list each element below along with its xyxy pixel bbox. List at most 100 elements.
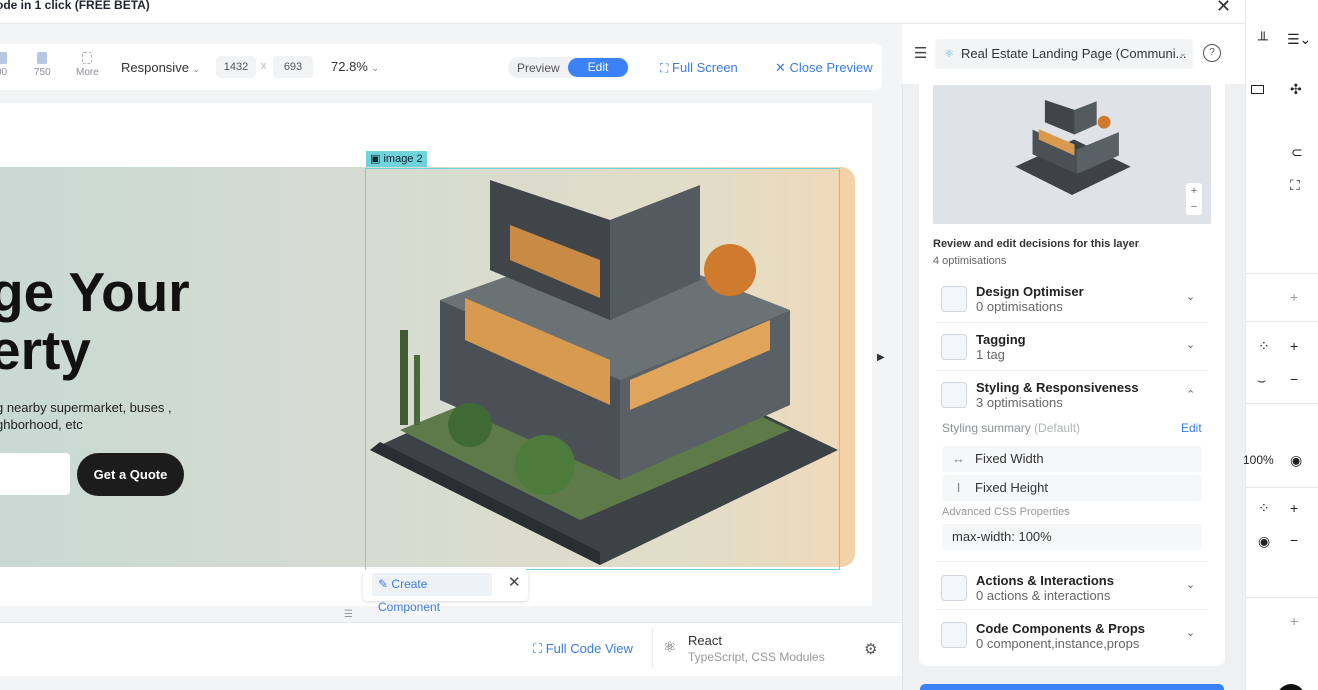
height-input[interactable]: 693 — [273, 56, 313, 78]
styling-icon — [941, 382, 967, 408]
more-icon — [82, 52, 93, 64]
image-icon: ▣ — [370, 153, 381, 165]
close-preview-button[interactable]: ✕ Close Preview — [775, 60, 873, 76]
phone-icon — [37, 52, 48, 64]
window-title: ode in 1 click (FREE BETA) — [0, 0, 150, 12]
project-select[interactable]: ⚛ Real Estate Landing Page (Communi... ⌄ — [935, 39, 1193, 69]
styling-summary-default: (Default) — [1034, 421, 1081, 435]
responsive-dropdown[interactable]: Responsive ⌄ — [121, 60, 200, 75]
full-code-view-button[interactable]: ⛶ Full Code View — [533, 641, 633, 657]
width-input[interactable]: 1432 — [216, 56, 256, 78]
section-subtitle: 1 tag — [976, 347, 1005, 362]
styling-summary-text: Styling summary — [942, 421, 1031, 435]
code-components-icon — [941, 622, 967, 648]
chevron-down-icon[interactable]: ⌄ — [1186, 626, 1195, 639]
help-icon[interactable]: ? — [1203, 44, 1221, 62]
drag-handle-icon[interactable]: ☰ — [344, 609, 353, 620]
get-quote-button[interactable]: Get a Quote — [77, 453, 184, 496]
device-button[interactable]: 00 — [0, 52, 7, 78]
window-title-bar — [0, 0, 1245, 24]
review-title: Review and edit decisions for this layer — [933, 238, 1140, 250]
chevron-down-icon[interactable]: ⌄ — [1186, 578, 1195, 591]
edit-styling-link[interactable]: Edit — [1181, 421, 1202, 435]
plus-icon[interactable]: + — [1290, 500, 1298, 516]
primary-action-button[interactable] — [920, 684, 1224, 690]
grid-dots-icon[interactable]: ⁘ — [1258, 338, 1270, 355]
plus-icon[interactable]: + — [1290, 613, 1298, 629]
grid-dots-icon[interactable]: ⁘ — [1258, 500, 1270, 517]
section-subtitle: 0 optimisations — [976, 299, 1063, 314]
divider — [1245, 273, 1318, 274]
device-label: More — [76, 67, 99, 78]
gear-icon[interactable]: ⚙ — [864, 640, 877, 658]
eye-closed-icon[interactable]: ⌣ — [1257, 372, 1266, 389]
full-code-view-label: Full Code View — [545, 641, 633, 656]
align-icon[interactable]: ☰⌄ — [1287, 31, 1311, 48]
section-title[interactable]: Tagging — [976, 332, 1026, 347]
hero-primary-button[interactable] — [0, 453, 70, 495]
plus-icon[interactable]: + — [1290, 289, 1298, 305]
chevron-down-icon: ⌄ — [1179, 48, 1187, 58]
zoom-controls[interactable]: + − — [1186, 183, 1202, 215]
framework-details: TypeScript, CSS Modules — [688, 650, 825, 664]
create-component-button[interactable]: ✎ Create Component — [372, 573, 492, 614]
width-icon: ↔ — [952, 451, 965, 466]
link-icon[interactable]: ⊂ — [1291, 144, 1303, 161]
chart-icon[interactable]: ╨ — [1258, 31, 1268, 47]
collapse-icon[interactable]: ✣ — [1290, 81, 1302, 98]
section-subtitle: 0 component,instance,props — [976, 636, 1140, 651]
collapse-panel-icon[interactable]: ▶ — [877, 352, 885, 363]
eye-icon[interactable]: ◉ — [1290, 452, 1302, 469]
edit-button[interactable]: Edit — [568, 58, 628, 77]
divider — [1245, 597, 1318, 598]
minus-icon[interactable]: − — [1290, 371, 1298, 387]
react-icon: ⚛ — [944, 48, 954, 60]
device-button[interactable]: 750 — [34, 52, 51, 78]
eye-icon[interactable]: ◉ — [1258, 533, 1270, 550]
chevron-down-icon[interactable]: ⌄ — [1186, 290, 1195, 303]
zoom-dropdown[interactable]: 72.8% ⌄ — [331, 59, 379, 74]
expand-icon: ⛶ — [660, 61, 669, 75]
section-title[interactable]: Code Components & Props — [976, 621, 1145, 636]
minus-icon[interactable]: − — [1290, 532, 1298, 548]
selection-label-text: image 2 — [383, 153, 423, 165]
fixed-height-item[interactable]: I Fixed Height — [942, 475, 1202, 501]
preview-button[interactable]: Preview — [517, 61, 560, 75]
close-icon[interactable]: ✕ — [1216, 0, 1231, 17]
fit-icon[interactable]: ⛶ — [1290, 177, 1300, 194]
plus-icon[interactable]: + — [1290, 338, 1298, 354]
section-title[interactable]: Styling & Responsiveness — [976, 380, 1139, 395]
section-subtitle: 3 optimisations — [976, 395, 1063, 410]
chevron-up-icon[interactable]: ⌃ — [1186, 388, 1195, 401]
more-devices-button[interactable]: More — [76, 52, 99, 78]
full-screen-label: Full Screen — [672, 60, 738, 75]
zoom-value: 72.8% — [331, 59, 368, 74]
component-icon: ✎ — [378, 577, 389, 591]
project-name: Real Estate Landing Page (Communi... — [961, 46, 1187, 61]
right-rail — [1245, 0, 1318, 690]
hero-subtext: g nearby supermarket, buses , ghborhood,… — [0, 400, 172, 432]
framework-name: React — [688, 633, 722, 648]
layer-thumbnail: + − — [933, 85, 1211, 224]
full-screen-button[interactable]: ⛶ Full Screen — [660, 60, 738, 76]
section-title[interactable]: Design Optimiser — [976, 284, 1084, 299]
divider — [936, 370, 1208, 371]
advanced-css-label: Advanced CSS Properties — [942, 506, 1070, 518]
preview-edit-toggle: Preview Edit — [508, 57, 630, 78]
chevron-down-icon: ⌄ — [371, 63, 380, 73]
section-title[interactable]: Actions & Interactions — [976, 573, 1114, 588]
house-thumbnail-image — [1015, 100, 1131, 195]
height-icon: I — [956, 480, 961, 495]
chevron-down-icon[interactable]: ⌄ — [1186, 338, 1195, 351]
opacity-value[interactable]: 100% — [1243, 453, 1274, 467]
divider — [936, 609, 1208, 610]
menu-icon[interactable]: ☰ — [914, 44, 927, 62]
fixed-width-item[interactable]: ↔ Fixed Width — [942, 446, 1202, 472]
frame-icon[interactable] — [1251, 85, 1264, 94]
max-width-property[interactable]: max-width: 100% — [942, 524, 1202, 550]
chevron-down-icon: ⌄ — [192, 64, 201, 74]
times-sign: x — [261, 60, 267, 72]
create-component-label: Create Component — [378, 577, 441, 614]
close-icon[interactable]: ✕ — [508, 573, 521, 591]
device-label: 750 — [34, 67, 51, 78]
